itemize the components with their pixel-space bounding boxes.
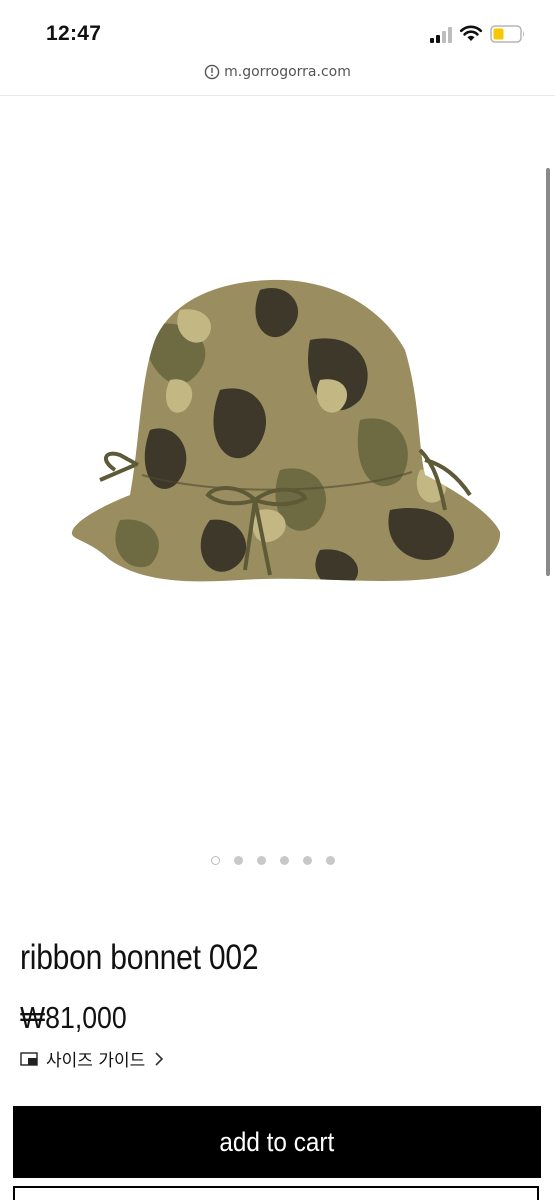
- carousel-dot-1[interactable]: [211, 856, 220, 865]
- carousel-dot-3[interactable]: [257, 856, 266, 865]
- add-to-cart-label[interactable]: add to cart: [220, 1127, 335, 1158]
- size-guide-icon: [20, 1051, 38, 1066]
- wifi-icon: [459, 25, 483, 41]
- url-bar[interactable]: m.gorrogorra.com: [0, 62, 555, 94]
- carousel-dot-6[interactable]: [326, 856, 335, 865]
- carousel-dot-5[interactable]: [303, 856, 312, 865]
- carousel-dot-2[interactable]: [234, 856, 243, 865]
- status-bar: 12:47: [0, 0, 555, 62]
- size-guide-link[interactable]: 사이즈 가이드: [20, 1046, 165, 1071]
- carousel-dot-4[interactable]: [280, 856, 289, 865]
- product-name: ribbon bonnet 002: [20, 938, 259, 977]
- product-image[interactable]: [60, 270, 505, 590]
- secondary-button[interactable]: [13, 1186, 539, 1200]
- battery-icon: [490, 25, 524, 43]
- url-text[interactable]: m.gorrogorra.com: [224, 64, 351, 80]
- add-to-cart-button[interactable]: add to cart: [13, 1106, 541, 1178]
- info-icon[interactable]: [204, 64, 220, 80]
- scrollbar[interactable]: [546, 168, 550, 576]
- header-divider: [0, 95, 555, 96]
- carousel-dots[interactable]: [211, 856, 335, 865]
- product-price: ₩81,000: [20, 1000, 127, 1035]
- signal-icon: [430, 27, 452, 43]
- chevron-right-icon: [155, 1051, 164, 1066]
- size-guide-label[interactable]: 사이즈 가이드: [46, 1046, 145, 1071]
- status-time: 12:47: [46, 22, 102, 45]
